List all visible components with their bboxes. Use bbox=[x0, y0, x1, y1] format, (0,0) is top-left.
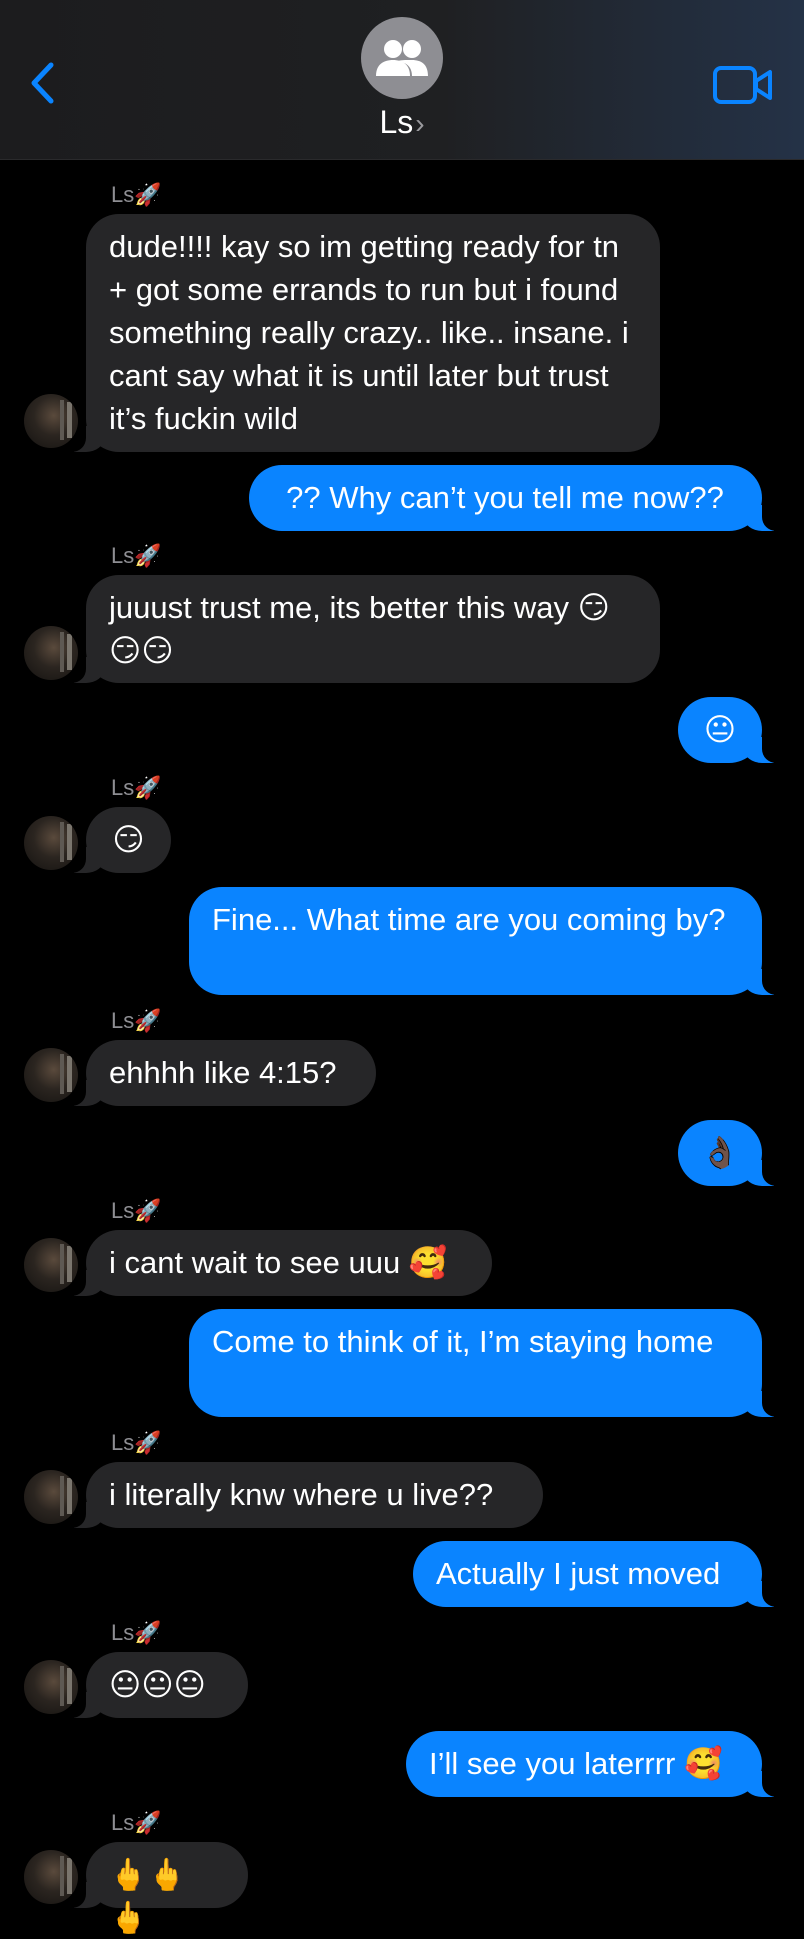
message-thread[interactable]: Ls🚀 dude!!!! kay so im getting ready for… bbox=[0, 160, 804, 1935]
sender-avatar[interactable] bbox=[24, 1238, 78, 1292]
message-bubble-outgoing[interactable]: ?? Why can’t you tell me now?? bbox=[249, 465, 788, 531]
message-bubble-outgoing[interactable]: Come to think of it, I’m staying home bbox=[189, 1309, 788, 1417]
video-camera-icon bbox=[713, 66, 772, 104]
message-bubble-outgoing[interactable]: 😐 bbox=[678, 697, 788, 763]
message-bubble-incoming[interactable]: ehhhh like 4:15? bbox=[60, 1040, 376, 1106]
sender-avatar[interactable] bbox=[24, 816, 78, 870]
sender-name: Ls🚀 bbox=[111, 775, 162, 800]
message-bubble-incoming[interactable]: 😐😐😐 bbox=[60, 1652, 248, 1718]
message-bubble-incoming[interactable]: i cant wait to see uuu 🥰 bbox=[60, 1230, 492, 1296]
sender-name: Ls🚀 bbox=[111, 1430, 162, 1455]
contact-name[interactable]: Ls› bbox=[0, 104, 804, 141]
sender-avatar[interactable] bbox=[24, 1048, 78, 1102]
sender-avatar[interactable] bbox=[24, 1850, 78, 1904]
message-bubble-incoming[interactable]: juuust trust me, its better this way 😏😏😏 bbox=[60, 575, 660, 683]
message-bubble-outgoing[interactable]: I’ll see you laterrrr 🥰 bbox=[406, 1731, 788, 1797]
sender-name: Ls🚀 bbox=[111, 543, 162, 568]
message-bubble-outgoing[interactable]: Fine... What time are you coming by? bbox=[189, 887, 788, 995]
sender-name: Ls🚀 bbox=[111, 1620, 162, 1645]
sender-avatar[interactable] bbox=[24, 1660, 78, 1714]
back-button[interactable] bbox=[22, 58, 62, 108]
sender-name: Ls🚀 bbox=[111, 1810, 162, 1835]
message-bubble-outgoing[interactable]: Actually I just moved bbox=[413, 1541, 788, 1607]
message-bubble-incoming[interactable]: 🖕🖕🖕 bbox=[60, 1842, 248, 1935]
people-icon bbox=[376, 40, 428, 76]
contact-name-label: Ls bbox=[379, 104, 414, 140]
facetime-video-button[interactable] bbox=[710, 60, 776, 110]
sender-avatar[interactable] bbox=[24, 1470, 78, 1524]
message-bubble-outgoing[interactable]: 👌🏿 bbox=[678, 1120, 788, 1186]
message-bubble-incoming[interactable]: 😏 bbox=[60, 807, 171, 873]
sender-name: Ls🚀 bbox=[111, 182, 162, 207]
sender-avatar[interactable] bbox=[24, 394, 78, 448]
message-bubble-incoming[interactable]: i literally knw where u live?? bbox=[60, 1462, 543, 1528]
group-avatar[interactable] bbox=[361, 17, 443, 99]
chevron-right-icon: › bbox=[415, 108, 425, 139]
message-bubble-incoming[interactable]: dude!!!! kay so im getting ready for tn … bbox=[60, 214, 660, 452]
sender-name: Ls🚀 bbox=[111, 1198, 162, 1223]
conversation-header: Ls› bbox=[0, 0, 804, 160]
chevron-left-icon bbox=[31, 62, 54, 104]
sender-name: Ls🚀 bbox=[111, 1008, 162, 1033]
sender-avatar[interactable] bbox=[24, 626, 78, 680]
